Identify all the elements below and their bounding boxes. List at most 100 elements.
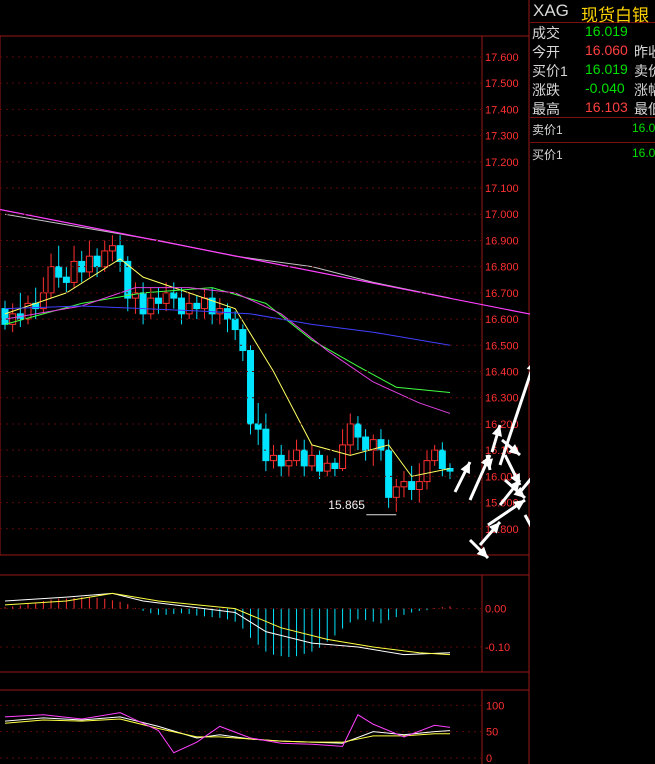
kdj-line [4, 718, 450, 743]
candle-body [185, 302, 193, 315]
orderbook-row: 卖价1 16.0 [530, 117, 655, 140]
candle-body [200, 297, 208, 310]
candle-body [239, 329, 247, 352]
candle-body [339, 444, 347, 469]
candle-body [331, 462, 339, 469]
quote-label: 今开 [532, 44, 560, 60]
candle-body [193, 302, 201, 310]
price-tick-label: 16.600 [485, 314, 519, 326]
candle-body [216, 308, 224, 315]
candle-body [285, 460, 293, 467]
price-tick-label: 16.900 [485, 235, 519, 247]
price-tick-label: 17.000 [485, 209, 519, 221]
quote-value: -0.040 [585, 80, 625, 96]
candle-body [270, 454, 278, 462]
price-tick-label: 16.400 [485, 367, 519, 379]
candle-body [154, 297, 162, 304]
orderbook-label: 卖价1 [532, 123, 563, 137]
instrument-header: XAG 现货白银 [530, 0, 655, 25]
candle-body [438, 449, 446, 470]
chart-frame [0, 0, 530, 764]
candle-body [93, 255, 101, 268]
quote-row: 成交 16.019 [530, 23, 655, 42]
kdj-tick-label: 100 [486, 700, 504, 712]
quote-side-label: 最低 [634, 101, 655, 117]
candle-body [431, 449, 439, 462]
quote-label: 涨跌 [532, 82, 560, 98]
macd-tick-label: -0.10 [485, 642, 510, 654]
candle-body [354, 423, 362, 438]
candle-body [247, 350, 255, 425]
candle-body [1, 308, 9, 325]
candle-body [316, 454, 324, 472]
candle-body [147, 297, 155, 315]
candle-body [47, 266, 55, 294]
candlestick-series [1, 235, 454, 512]
price-tick-label: 16.700 [485, 288, 519, 300]
price-tick-label: 16.300 [485, 393, 519, 405]
candle-body [101, 250, 109, 268]
candle-body [392, 486, 400, 498]
candle-body [108, 245, 116, 252]
candle-body [377, 439, 385, 451]
quote-side-label: 涨幅 [634, 82, 655, 98]
quote-value: 16.019 [585, 23, 628, 39]
candle-body [423, 460, 431, 483]
macd-dea-line [4, 592, 451, 656]
macd-panel: 0.00 -0.10 [0, 592, 510, 657]
candle-body [300, 449, 308, 467]
orderbook-row: 买价1 16.0 [530, 142, 655, 165]
candle-body [408, 481, 416, 490]
candle-body [362, 436, 370, 451]
quote-label: 买价1 [532, 63, 568, 79]
candle-body [400, 481, 408, 488]
quote-row: 今开 16.060 昨收 [530, 42, 655, 61]
quote-side-label: 卖价 [634, 63, 655, 79]
candle-body [70, 260, 78, 283]
orderbook-value: 16.0 [632, 121, 655, 135]
price-tick-label: 17.600 [485, 52, 519, 64]
kdj-panel: 100 50 0 [0, 700, 504, 764]
quote-row: 涨跌 -0.040 涨幅 [530, 80, 655, 99]
instrument-symbol: XAG [533, 1, 569, 20]
price-tick-label: 17.500 [485, 78, 519, 90]
quote-label: 最高 [532, 101, 560, 117]
candle-body [231, 318, 239, 331]
low-price-label: 15.865 [328, 498, 365, 512]
macd-tick-label: 0.00 [485, 604, 506, 616]
candle-body [162, 292, 170, 304]
candle-body [346, 423, 354, 446]
quote-value: 16.103 [585, 99, 628, 115]
moving-average-line [4, 287, 451, 393]
candle-body [323, 462, 331, 472]
candle-body [293, 449, 301, 462]
candle-body [385, 449, 393, 498]
candle-body [224, 308, 231, 320]
candle-body [62, 276, 70, 283]
quote-value: 16.019 [585, 61, 628, 77]
price-tick-label: 17.100 [485, 183, 519, 195]
candle-body [170, 292, 178, 299]
moving-average-lines [0, 208, 543, 477]
candle-body [415, 481, 423, 490]
candle-body [177, 297, 185, 315]
macd-dif-line [4, 592, 451, 656]
orderbook-value: 16.0 [632, 146, 655, 160]
price-tick-label: 17.200 [485, 157, 519, 169]
price-tick-label: 17.400 [485, 104, 519, 116]
quote-label: 成交 [532, 25, 560, 41]
kdj-tick-label: 0 [486, 753, 492, 764]
kdj-tick-label: 50 [486, 727, 498, 739]
quote-row: 买价1 16.019 卖价 [530, 61, 655, 80]
candle-body [308, 454, 316, 467]
candle-body [262, 428, 270, 462]
price-annotation: 15.865 [328, 498, 397, 516]
quote-panel: XAG 现货白银 成交 16.019 今开 16.060 昨收买价1 16.019 卖价涨跌… [530, 0, 655, 764]
quote-value: 16.060 [585, 42, 628, 58]
price-tick-label: 16.800 [485, 262, 519, 274]
quote-side-label: 昨收 [634, 44, 655, 60]
price-tick-label: 16.500 [485, 340, 519, 352]
candle-body [139, 292, 147, 315]
orderbook-label: 买价1 [532, 148, 563, 162]
candle-body [277, 454, 285, 467]
